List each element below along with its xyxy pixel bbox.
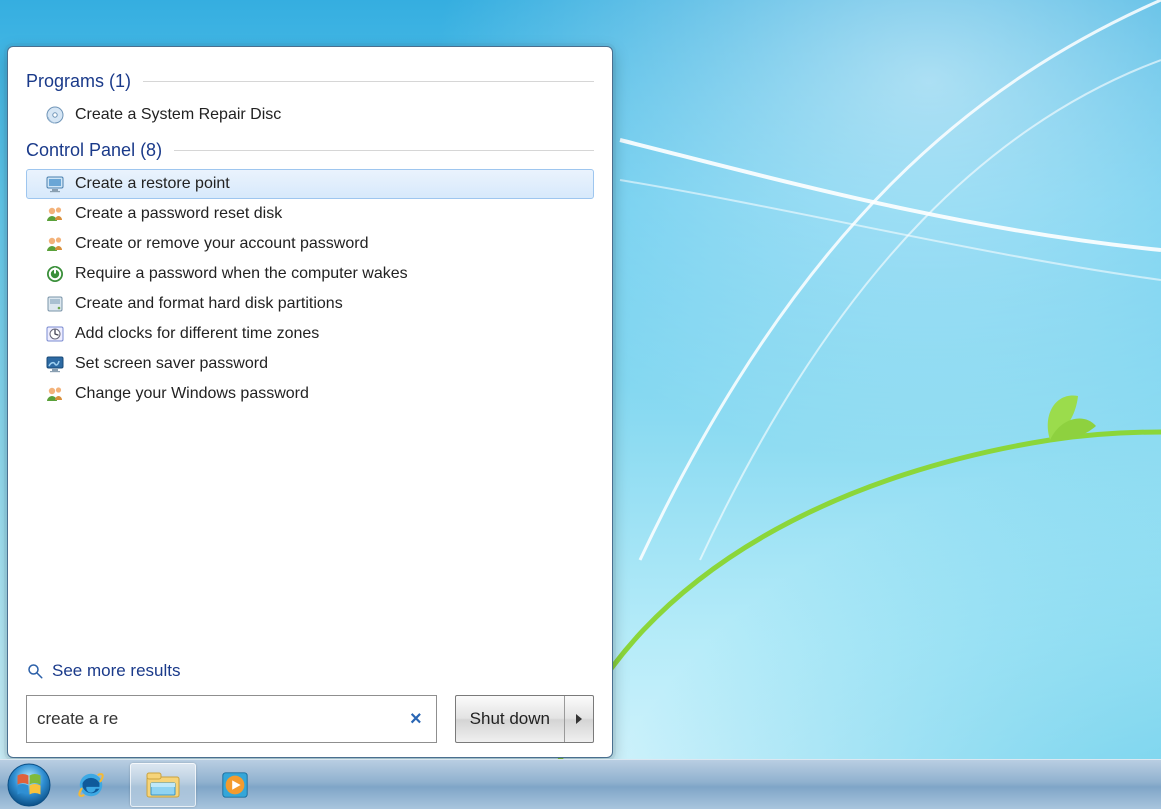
search-result-item[interactable]: Create or remove your account password <box>26 229 594 259</box>
search-result-item[interactable]: Require a password when the computer wak… <box>26 259 594 289</box>
media-player-icon <box>220 770 250 800</box>
search-result-item[interactable]: Create a restore point <box>26 169 594 199</box>
users-icon <box>45 204 65 224</box>
shutdown-split-button[interactable]: Shut down <box>455 695 594 743</box>
taskbar <box>0 759 1161 809</box>
taskbar-button-media-player[interactable] <box>202 763 268 807</box>
clear-search-button[interactable]: × <box>406 708 426 731</box>
divider <box>174 150 594 151</box>
windows-logo-icon <box>6 762 52 808</box>
see-more-results-link[interactable]: See more results <box>26 657 594 695</box>
see-more-results-label: See more results <box>52 661 181 681</box>
search-icon <box>26 662 44 680</box>
start-menu-bottom-row: × Shut down <box>26 695 594 743</box>
taskbar-button-internet-explorer[interactable] <box>58 763 124 807</box>
search-result-label: Create a password reset disk <box>75 205 282 223</box>
control-panel-section-label: Control Panel (8) <box>26 140 162 161</box>
search-result-label: Add clocks for different time zones <box>75 325 319 343</box>
search-result-label: Create a restore point <box>75 175 230 193</box>
taskbar-button-file-explorer[interactable] <box>130 763 196 807</box>
internet-explorer-icon <box>76 770 106 800</box>
search-result-item[interactable]: Add clocks for different time zones <box>26 319 594 349</box>
control-panel-section-header: Control Panel (8) <box>26 140 594 161</box>
search-result-label: Change your Windows password <box>75 385 309 403</box>
programs-section-header: Programs (1) <box>26 71 594 92</box>
search-input[interactable] <box>37 709 406 729</box>
programs-result-list: Create a System Repair Disc <box>26 100 594 130</box>
search-result-item[interactable]: Create and format hard disk partitions <box>26 289 594 319</box>
search-result-item[interactable]: Set screen saver password <box>26 349 594 379</box>
users-icon <box>45 234 65 254</box>
divider <box>143 81 594 82</box>
search-result-label: Set screen saver password <box>75 355 268 373</box>
clock-icon <box>45 324 65 344</box>
disk-icon <box>45 294 65 314</box>
chevron-right-icon <box>574 713 584 725</box>
users-icon <box>45 384 65 404</box>
shutdown-button[interactable]: Shut down <box>456 696 565 742</box>
file-explorer-icon <box>145 769 181 801</box>
shutdown-options-arrow[interactable] <box>565 696 593 742</box>
monitor-icon <box>45 174 65 194</box>
start-button[interactable] <box>6 762 52 808</box>
search-result-item[interactable]: Change your Windows password <box>26 379 594 409</box>
search-box[interactable]: × <box>26 695 437 743</box>
power-icon <box>45 264 65 284</box>
search-result-label: Create and format hard disk partitions <box>75 295 343 313</box>
start-menu-search-panel: Programs (1) Create a System Repair Disc… <box>7 46 613 758</box>
programs-section-label: Programs (1) <box>26 71 131 92</box>
search-result-label: Require a password when the computer wak… <box>75 265 408 283</box>
search-result-label: Create or remove your account password <box>75 235 368 253</box>
search-result-item[interactable]: Create a password reset disk <box>26 199 594 229</box>
disc-icon <box>45 105 65 125</box>
search-result-item[interactable]: Create a System Repair Disc <box>26 100 594 130</box>
control-panel-result-list: Create a restore point Create a password … <box>26 169 594 409</box>
shutdown-label: Shut down <box>470 709 550 729</box>
screensaver-icon <box>45 354 65 374</box>
search-result-label: Create a System Repair Disc <box>75 106 281 124</box>
